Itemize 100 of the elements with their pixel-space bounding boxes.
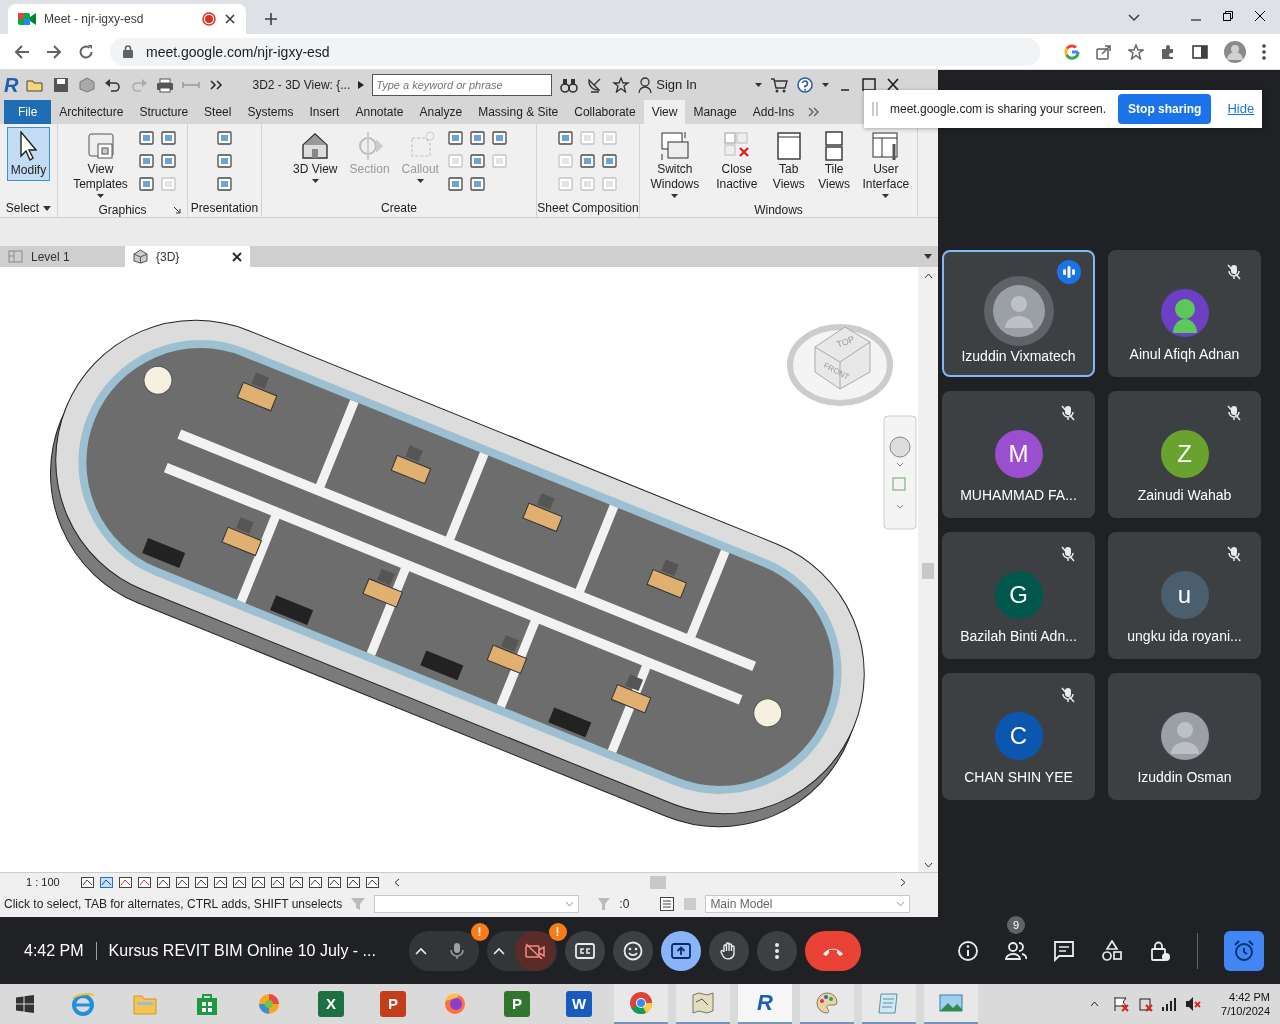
ribbon-tool-button[interactable]: Switch Windows	[644, 127, 706, 201]
caret-icon[interactable]	[311, 179, 319, 183]
sheet-icon[interactable]	[364, 875, 380, 889]
clock[interactable]: 4:42 PM 7/10/2024	[1221, 990, 1270, 1018]
caret-icon[interactable]	[882, 194, 890, 198]
timer-button[interactable]	[1224, 930, 1264, 971]
detail-level-icon[interactable]	[79, 875, 95, 889]
unlock-icon[interactable]	[193, 875, 209, 889]
flag-icon[interactable]	[1113, 996, 1130, 1012]
leave-call-button[interactable]	[804, 930, 861, 971]
start-icon[interactable]	[16, 995, 34, 1013]
stop-sharing-button[interactable]: Stop sharing	[1118, 94, 1212, 124]
open-folder-icon[interactable]	[26, 77, 45, 93]
ribbon-tool-button[interactable]: Tile Views	[813, 127, 855, 195]
temporary-hide-icon[interactable]	[212, 875, 228, 889]
ribbon-small-tool-icon[interactable]	[215, 152, 234, 170]
shapes-icon[interactable]	[1101, 939, 1123, 962]
caret-icon[interactable]	[924, 254, 932, 259]
ribbon-small-tool-icon[interactable]	[159, 129, 178, 147]
forward-icon[interactable]	[46, 43, 62, 60]
close-icon[interactable]	[884, 77, 901, 93]
host-lock-icon[interactable]	[1149, 939, 1171, 962]
hidden-elements-icon[interactable]	[231, 875, 247, 889]
ribbon-tab[interactable]: Systems	[239, 100, 302, 124]
info-icon[interactable]	[957, 939, 979, 962]
analytical-model-icon[interactable]	[250, 875, 266, 889]
help-icon[interactable]	[795, 77, 814, 93]
taskbar-app-button[interactable]	[676, 984, 730, 1024]
cart-icon[interactable]	[769, 77, 788, 93]
chevron-up-icon[interactable]	[1090, 1001, 1100, 1007]
caret-icon[interactable]	[43, 205, 52, 211]
browser-tab[interactable]: Meet - njr-igxy-esd	[8, 4, 246, 34]
new-tab-icon[interactable]	[264, 12, 278, 26]
crop-region-icon[interactable]	[174, 875, 190, 889]
ribbon-small-tool-icon[interactable]	[446, 175, 465, 193]
scroll-left-icon[interactable]	[393, 877, 400, 887]
scroll-up-icon[interactable]	[923, 273, 933, 279]
ribbon-tab[interactable]: Massing & Site	[470, 100, 567, 124]
ribbon-small-tool-icon[interactable]	[215, 129, 234, 147]
present-button[interactable]	[660, 930, 701, 971]
cube-icon[interactable]	[78, 77, 97, 93]
reveal-icon[interactable]	[326, 875, 342, 889]
ribbon-tab[interactable]: Steel	[196, 100, 240, 124]
camera-button[interactable]	[514, 930, 555, 971]
signal-icon[interactable]	[1161, 997, 1178, 1011]
ribbon-tab[interactable]: Structure	[131, 100, 197, 124]
scroll-down-icon[interactable]	[923, 862, 933, 868]
people-icon[interactable]	[1005, 939, 1027, 962]
taskbar-app-button[interactable]	[614, 984, 668, 1024]
drag-handle-icon[interactable]	[872, 102, 878, 116]
ribbon-tab[interactable]: View	[643, 100, 686, 124]
ribbon-tab[interactable]: Annotate	[347, 100, 412, 124]
scroll-right-icon[interactable]	[900, 877, 906, 887]
chat-icon[interactable]	[1053, 939, 1075, 962]
caret-icon[interactable]	[821, 83, 829, 87]
power-plug-icon[interactable]	[1137, 996, 1154, 1012]
caret-icon[interactable]	[358, 81, 365, 89]
ribbon-tool-button[interactable]: 3D View	[289, 127, 342, 186]
speaker-muted-icon[interactable]	[1185, 996, 1202, 1012]
caret-icon[interactable]	[754, 83, 762, 87]
undo-icon[interactable]	[104, 77, 123, 93]
print-icon[interactable]	[156, 77, 175, 93]
google-icon[interactable]	[1064, 43, 1080, 60]
caret-icon[interactable]	[97, 194, 104, 198]
ribbon-tab[interactable]: Insert	[301, 100, 348, 124]
sidebar-icon[interactable]	[1192, 43, 1208, 60]
sign-in-link[interactable]: Sign In	[638, 75, 697, 95]
ribbon-tab[interactable]: Architecture	[51, 100, 132, 124]
crop-view-icon[interactable]	[155, 875, 171, 889]
caret-icon[interactable]	[671, 194, 679, 198]
ribbon-small-tool-icon[interactable]	[468, 152, 487, 170]
highlight-icon[interactable]	[269, 875, 285, 889]
ribbon-small-tool-icon[interactable]	[557, 129, 575, 147]
star-icon[interactable]	[1128, 43, 1144, 60]
chevron-down-icon[interactable]	[1128, 14, 1140, 22]
document-tab[interactable]: {3D}	[125, 246, 250, 267]
taskbar-app-button[interactable]: P	[490, 984, 544, 1024]
constraints-icon[interactable]	[288, 875, 304, 889]
camera-icon[interactable]	[307, 875, 323, 889]
ribbon-small-tool-icon[interactable]	[215, 175, 234, 193]
taskbar-app-button[interactable]	[800, 984, 854, 1024]
ribbon-small-tool-icon[interactable]	[579, 152, 597, 170]
ribbon-small-tool-icon[interactable]	[137, 152, 156, 170]
taskbar-app-button[interactable]	[862, 984, 916, 1024]
sun-path-icon[interactable]	[117, 875, 133, 889]
hide-link[interactable]: Hide	[1227, 99, 1255, 119]
extensions-icon[interactable]	[1160, 43, 1176, 60]
vertical-scrollbar[interactable]	[918, 267, 938, 872]
save-icon[interactable]	[52, 77, 71, 93]
taskbar-app-button[interactable]: P	[366, 984, 420, 1024]
binoculars-icon[interactable]	[560, 77, 579, 93]
ribbon-tool-button[interactable]: View Templates	[67, 127, 134, 201]
reload-icon[interactable]	[78, 43, 94, 60]
ribbon-tool-button[interactable]: Close Inactive	[709, 127, 764, 195]
ribbon-tab[interactable]: Manage	[685, 100, 745, 124]
back-icon[interactable]	[14, 43, 30, 60]
close-icon[interactable]	[232, 251, 242, 262]
shadows-icon[interactable]	[136, 875, 152, 889]
model-icon[interactable]	[345, 875, 361, 889]
ribbon-small-tool-icon[interactable]	[137, 129, 156, 147]
